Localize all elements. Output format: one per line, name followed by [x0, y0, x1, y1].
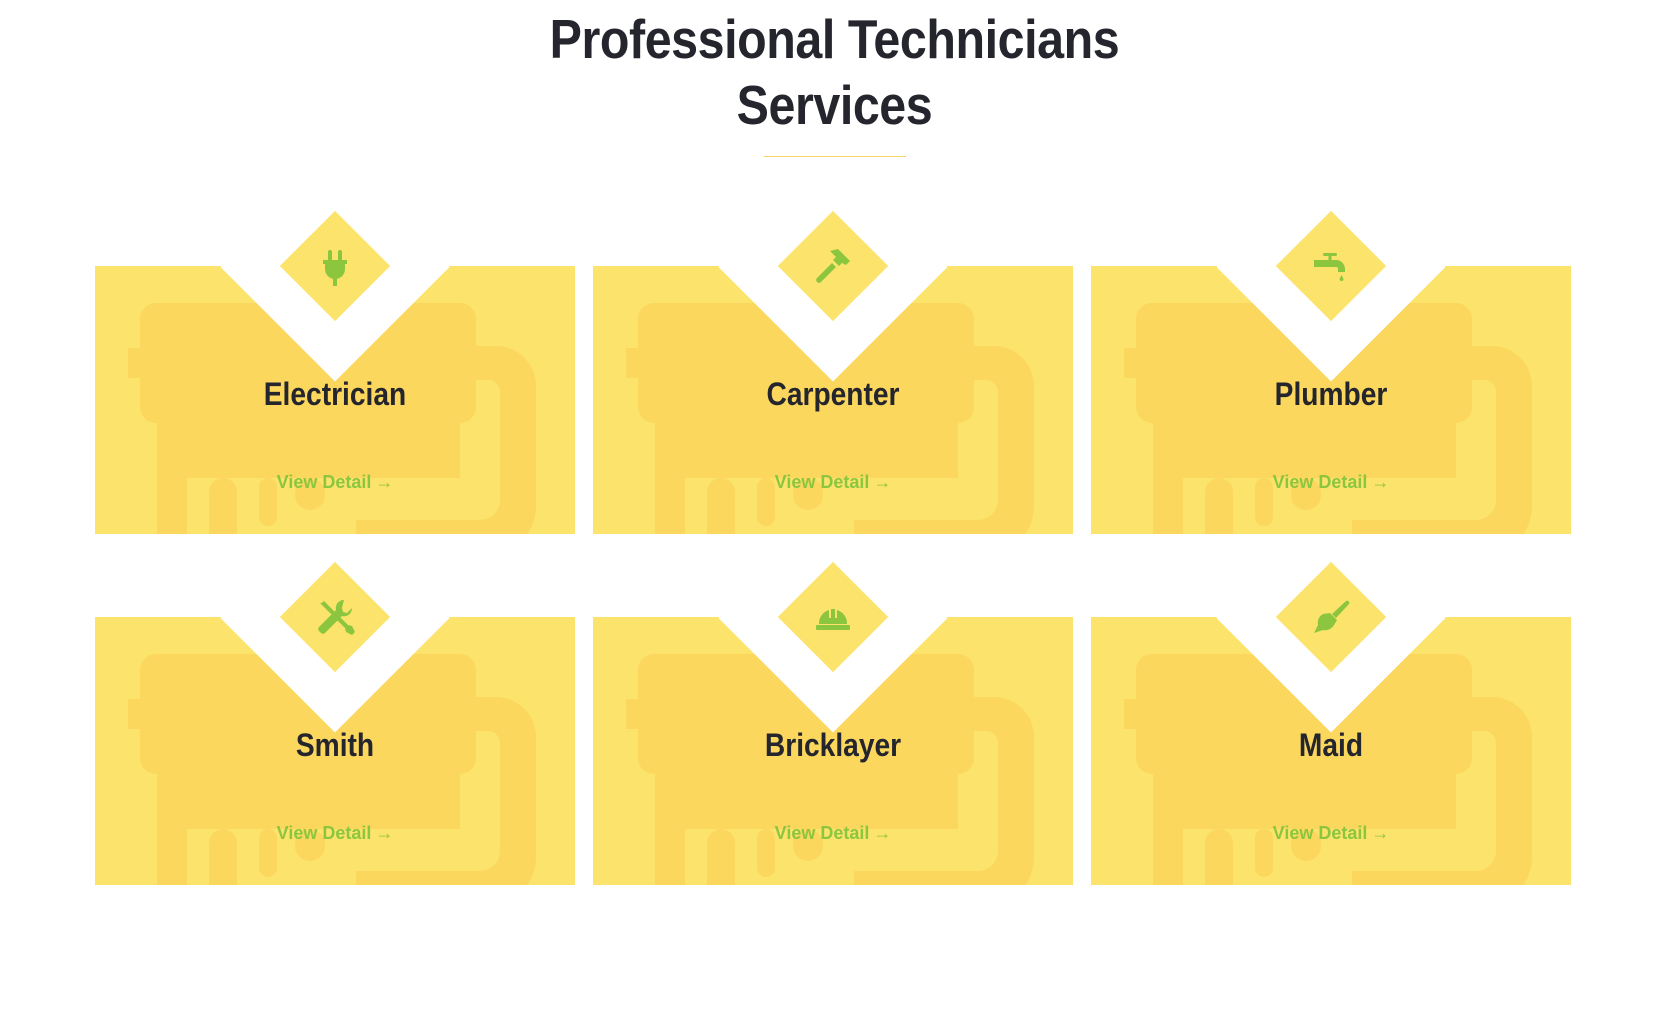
- services-grid: Electrician View Detail → Carpenter View…: [95, 0, 1575, 1020]
- view-detail-label: View Detail: [774, 472, 870, 492]
- faucet-icon: [1314, 253, 1345, 281]
- view-detail-link[interactable]: View Detail →: [1091, 470, 1571, 494]
- service-icon-badge: [1275, 210, 1387, 322]
- plug-icon: [323, 250, 347, 286]
- service-title: Carpenter: [766, 376, 900, 412]
- service-title: Electrician: [263, 376, 407, 412]
- brush-icon: [1314, 600, 1350, 633]
- view-detail-link[interactable]: View Detail →: [593, 821, 1073, 845]
- service-title: Plumber: [1274, 376, 1388, 412]
- view-detail-label: View Detail: [276, 472, 372, 492]
- service-icon-badge: [1275, 561, 1387, 673]
- arrow-right-icon: →: [873, 472, 892, 492]
- service-icon-badge: [777, 210, 889, 322]
- arrow-right-icon: →: [873, 823, 892, 843]
- arrow-right-icon: →: [1371, 472, 1390, 492]
- service-icon-badge: [279, 561, 391, 673]
- service-icon-badge: [777, 561, 889, 673]
- view-detail-link[interactable]: View Detail →: [1091, 821, 1571, 845]
- view-detail-label: View Detail: [276, 823, 372, 843]
- hammer-icon: [816, 249, 850, 283]
- arrow-right-icon: →: [1371, 823, 1390, 843]
- tools-icon: [318, 599, 355, 635]
- service-icon-badge: [279, 210, 391, 322]
- view-detail-link[interactable]: View Detail →: [593, 470, 1073, 494]
- view-detail-link[interactable]: View Detail →: [95, 821, 575, 845]
- view-detail-link[interactable]: View Detail →: [95, 470, 575, 494]
- view-detail-label: View Detail: [1272, 823, 1368, 843]
- hard-hat-icon: [816, 609, 850, 630]
- service-title: Maid: [1298, 727, 1364, 763]
- service-title: Smith: [295, 727, 375, 763]
- arrow-right-icon: →: [375, 472, 394, 492]
- view-detail-label: View Detail: [774, 823, 870, 843]
- view-detail-label: View Detail: [1272, 472, 1368, 492]
- service-title: Bricklayer: [764, 727, 902, 763]
- arrow-right-icon: →: [375, 823, 394, 843]
